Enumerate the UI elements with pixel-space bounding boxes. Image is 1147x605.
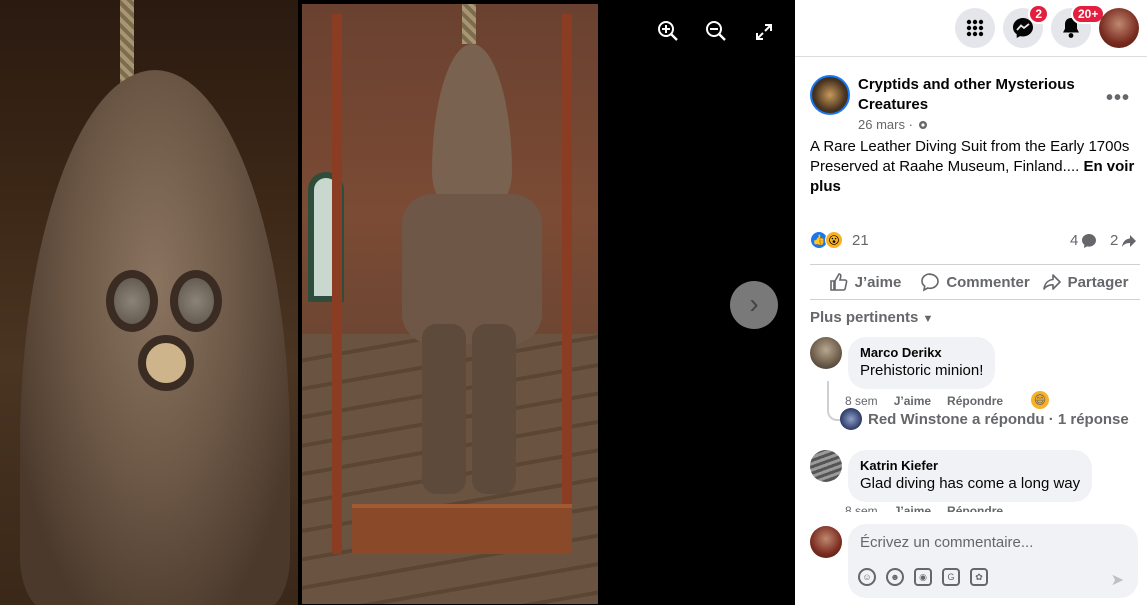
gif-icon[interactable]: G [942,568,960,586]
rope [462,4,476,44]
commenter-avatar[interactable] [810,337,842,369]
share-count[interactable]: 2 [1110,232,1137,249]
comment-time[interactable]: 8 sem [845,394,878,409]
suit-leg [472,324,516,494]
composer-tools: ☺ ☻ ◉ G ✿ [858,568,988,586]
comment-filter-label: Plus pertinents [810,309,919,326]
zoom-out-icon[interactable] [701,20,731,51]
comment-actions: 8 sem J’aime Répondre [845,504,1003,512]
comment-filter-dropdown[interactable]: Plus pertinents ▼ [810,309,933,326]
replier-avatar [840,408,862,430]
reply-summary-text: Red Winstone a répondu · 1 réponse [868,410,1129,428]
comment-author[interactable]: Katrin Kiefer [860,458,1080,474]
messenger-button[interactable]: 2 [1003,4,1049,48]
grid-menu-icon [966,19,984,37]
commenter-avatar[interactable] [810,450,842,482]
post-side-panel: Cryptids and other Mysterious Creatures … [795,56,1147,605]
comment-reply-button[interactable]: Répondre [947,504,1003,512]
comment-button[interactable]: Commenter [920,265,1030,299]
photo-left-hood-closeup [0,0,298,605]
mouth-opening [138,335,194,391]
fullscreen-icon[interactable] [749,20,779,50]
share-button[interactable]: Partager [1030,265,1140,299]
comment-time[interactable]: 8 sem [845,504,878,512]
more-options-icon[interactable]: ••• [1106,87,1130,110]
comment-bubble: Katrin Kiefer Glad diving has come a lon… [848,450,1093,502]
composer-box: ☺ ☻ ◉ G ✿ ➤ [848,524,1138,598]
menu-button[interactable] [955,8,995,48]
post-action-bar: J’aime Commenter Partager [810,264,1140,300]
haha-reaction-icon[interactable]: 😄 [1031,391,1050,409]
comment-reply-button[interactable]: Répondre [947,394,1003,409]
comment-count-value: 4 [1070,232,1079,249]
post-date[interactable]: 26 mars · [858,117,913,132]
caret-down-icon: ▼ [922,313,934,325]
emoji-icon[interactable]: ☻ [886,568,904,586]
page-name-link[interactable]: Cryptids and other Mysterious Creatures [858,75,1098,115]
comment-author[interactable]: Marco Derikx [860,345,983,361]
comment-bubble: Marco Derikx Prehistoric minion! [848,337,996,389]
next-photo-button[interactable]: › [730,281,778,329]
reaction-icons[interactable]: 👍 😮 [810,231,843,249]
suit-leg [422,324,466,494]
share-arrow-icon [1122,234,1137,247]
messenger-badge: 2 [1028,4,1049,24]
account-avatar[interactable] [1099,8,1139,48]
suit-body [402,194,542,344]
top-navigation: 2 20+ [795,0,1147,56]
sticker-icon[interactable]: ✿ [970,568,988,586]
comment-composer: ☺ ☻ ◉ G ✿ ➤ [810,524,1140,602]
leather-hood [20,70,290,605]
comment-icon [921,273,940,292]
post-meta: 26 mars · [858,117,929,132]
like-button[interactable]: J’aime [810,265,920,299]
photo-viewer: › [0,0,795,605]
comment-text: Prehistoric minion! [860,362,984,379]
share-icon [1042,274,1061,290]
thumbs-up-icon [829,273,848,291]
comment-like-button[interactable]: J’aime [894,394,931,409]
leather-diving-suit [392,44,552,504]
goggle-lens-right [170,270,222,332]
comment-text: Glad diving has come a long way [860,475,1081,492]
photo-right-museum-case [302,4,598,604]
camera-icon[interactable]: ◉ [914,568,932,586]
like-label: J’aime [854,273,902,291]
comment-like-button[interactable]: J’aime [894,504,931,512]
reaction-count[interactable]: 21 [852,232,869,249]
share-label: Partager [1067,273,1129,291]
goggle-lens-left [106,270,158,332]
chevron-right-icon: › [749,288,759,319]
avatar-sticker-icon[interactable]: ☺ [858,568,876,586]
display-case-base [352,504,572,554]
post-text: A Rare Leather Diving Suit from the Earl… [810,137,1135,197]
reaction-summary: 👍 😮 21 4 2 [810,229,1140,253]
zoom-in-icon[interactable] [653,20,683,51]
comment-bubble-icon [1082,233,1097,248]
comment-count[interactable]: 4 [1070,232,1097,249]
page-avatar[interactable] [810,75,850,115]
comment-input[interactable] [860,534,1120,551]
suit-hood [432,44,512,204]
comment-actions: 8 sem J’aime Répondre 😄 [845,391,1050,409]
post-text-body: A Rare Leather Diving Suit from the Earl… [810,138,1130,175]
gear-icon [918,120,927,129]
notifications-button[interactable]: 20+ [1051,4,1106,48]
view-replies-link[interactable]: Red Winstone a répondu · 1 réponse [840,408,1129,430]
send-icon[interactable]: ➤ [1111,570,1124,590]
composer-avatar [810,526,842,558]
comment-label: Commenter [946,273,1030,291]
wow-reaction-icon: 😮 [825,231,843,249]
share-count-value: 2 [1110,232,1119,249]
